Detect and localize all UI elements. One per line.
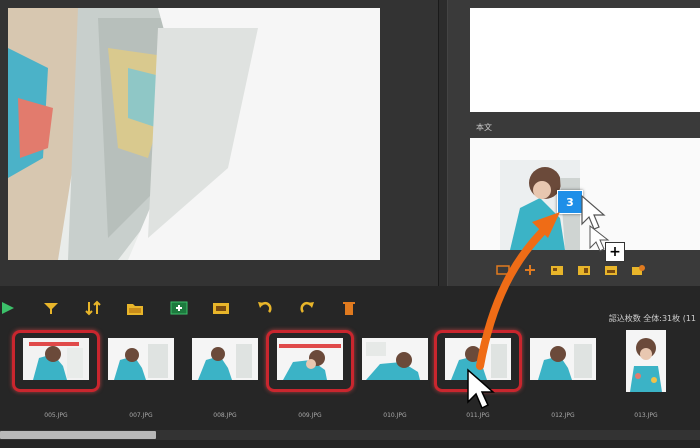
photo-preview-pane	[0, 0, 438, 286]
filmstrip-toolbar: 認込枚数 全体:31枚 (11	[0, 296, 700, 323]
add-image-icon[interactable]	[170, 300, 188, 316]
filmstrip-scrollbar[interactable]	[0, 430, 700, 440]
thumbnail-label: 009.JPG	[298, 412, 322, 419]
photo-layout-app: 本文 認込枚数 全体:31枚 (11 005.JPG 007.JPG 008.J…	[0, 0, 700, 448]
filmstrip-panel: 認込枚数 全体:31枚 (11 005.JPG 007.JPG 008.JPG …	[0, 286, 700, 448]
sort-icon[interactable]	[84, 300, 102, 316]
filter-icon[interactable]	[42, 300, 60, 316]
thumbnail-strip: 005.JPG 007.JPG 008.JPG 009.JPG 010.JPG …	[0, 328, 700, 419]
image-count-status: 認込枚数 全体:31枚 (11	[608, 314, 696, 323]
thumbnail-label: 008.JPG	[213, 412, 237, 419]
thumbnail-label: 011.JPG	[466, 412, 490, 419]
thumbnail[interactable]	[23, 338, 89, 380]
thumbnail[interactable]	[192, 338, 258, 380]
delete-icon[interactable]	[340, 300, 358, 316]
photo-edit-icon[interactable]	[631, 264, 645, 276]
drag-count-badge: 3	[557, 190, 583, 214]
thumbnail-label: 007.JPG	[129, 412, 153, 419]
play-icon[interactable]	[0, 300, 18, 316]
scrollbar-thumb[interactable]	[0, 431, 156, 439]
image-icon[interactable]	[212, 300, 230, 316]
thumbnail-label: 005.JPG	[44, 412, 68, 419]
preview-photo[interactable]	[8, 8, 380, 260]
page-frame-body[interactable]	[470, 138, 700, 250]
folder-icon[interactable]	[126, 300, 144, 316]
page-frame-top[interactable]	[470, 8, 700, 112]
drop-add-indicator: +	[605, 242, 625, 262]
thumbnail[interactable]	[626, 330, 666, 392]
thumbnail[interactable]	[362, 338, 428, 380]
page-toolbar	[478, 256, 700, 284]
pane-splitter[interactable]	[438, 0, 448, 286]
layout-3-icon[interactable]	[604, 264, 618, 276]
rotate-left-icon[interactable]	[256, 300, 274, 316]
thumbnail[interactable]	[445, 338, 511, 380]
section-label: 本文	[476, 123, 492, 132]
thumbnail-label: 013.JPG	[634, 412, 658, 419]
layout-1-icon[interactable]	[550, 264, 564, 276]
thumbnail[interactable]	[108, 338, 174, 380]
add-icon[interactable]	[523, 264, 537, 276]
thumbnail-label: 012.JPG	[551, 412, 575, 419]
thumbnail[interactable]	[277, 338, 343, 380]
text-frame-icon[interactable]	[496, 264, 510, 276]
thumbnail-label: 010.JPG	[383, 412, 407, 419]
rotate-right-icon[interactable]	[298, 300, 316, 316]
layout-2-icon[interactable]	[577, 264, 591, 276]
page-layout-pane: 本文	[448, 0, 700, 286]
thumbnail[interactable]	[530, 338, 596, 380]
